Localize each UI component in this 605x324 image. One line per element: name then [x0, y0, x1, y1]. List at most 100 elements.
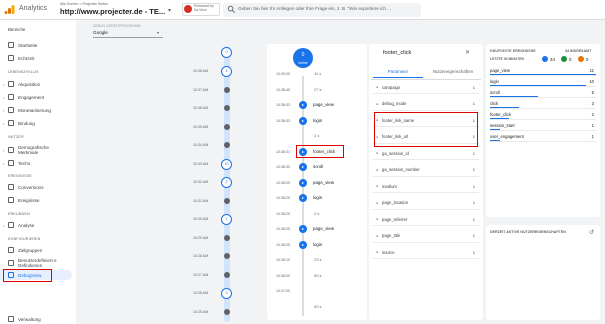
top-events-period: LETZTE 30 MINUTEN: [490, 57, 524, 61]
sidebar-item-custom-definitions[interactable]: Benutzerdefiniert e Definitionen: [0, 256, 76, 270]
event-gap-label: 60 s: [314, 272, 322, 278]
minute-dot[interactable]: [224, 234, 230, 241]
minute-top-count[interactable]: 0: [221, 47, 232, 58]
sidebar-item-zielgruppen[interactable]: Zielgruppen: [0, 245, 76, 255]
event-marker-icon[interactable]: ▸: [299, 163, 307, 171]
minute-dot[interactable]: [224, 142, 230, 148]
minute-dot[interactable]: [224, 86, 230, 93]
parameter-row[interactable]: ▸ ga_session_number 1: [373, 164, 479, 177]
minute-event-count[interactable]: 2: [221, 214, 232, 225]
event-gap-label: 60 s: [314, 303, 322, 309]
device-filter-select[interactable]: Google: [93, 30, 108, 35]
minute-dot[interactable]: [224, 123, 230, 130]
chevron-right-icon: ▸: [376, 250, 379, 254]
top-event-bar: [490, 85, 587, 86]
minute-dot[interactable]: [224, 253, 230, 259]
parameter-name: campaign: [382, 84, 401, 90]
parameter-row[interactable]: ▸ medium 1: [373, 180, 479, 193]
event-name[interactable]: page_view: [313, 102, 334, 107]
parameter-row[interactable]: ▸ campaign 1: [373, 81, 479, 94]
sidebar-scope-label[interactable]: Bereiche: [8, 27, 25, 32]
top-event-row[interactable]: page_view 11: [490, 67, 596, 76]
event-marker-icon[interactable]: ▸: [299, 240, 307, 249]
parameter-row[interactable]: ▸ source 1: [373, 246, 479, 259]
parameter-row[interactable]: ▸ debug_mode 1: [373, 98, 479, 111]
search-placeholder: Geben Sie hier Ihr Anliegen oder Ihre Fr…: [238, 6, 392, 11]
minute-dot[interactable]: [224, 105, 230, 111]
sidebar-item-akquisition[interactable]: › Akquisition: [0, 79, 76, 89]
minute-time-label: 10:34 AM: [193, 143, 209, 147]
sidebar-item-verwaltung[interactable]: Verwaltung: [0, 314, 76, 324]
close-icon[interactable]: ✕: [465, 49, 470, 56]
sidebar-item-ereignisse[interactable]: Ereignisse: [0, 195, 76, 205]
tab-user-properties[interactable]: Nutzereigenschaften: [425, 66, 481, 78]
event-marker-icon[interactable]: ▸: [299, 225, 307, 233]
analytics-logo-icon[interactable]: [4, 4, 15, 15]
minute-time-label: 10:35 AM: [193, 124, 209, 129]
sidebar-item-techn[interactable]: › Techn.: [0, 158, 76, 168]
sidebar-item-bindung[interactable]: › Bindung: [0, 118, 76, 128]
sidebar-item-engagement[interactable]: › Engagement: [0, 92, 76, 102]
top-event-row[interactable]: footer_click 2: [490, 111, 596, 120]
top-event-row[interactable]: session_start 1: [490, 122, 596, 131]
top-event-bar: [490, 74, 596, 75]
parameter-name: page_title: [382, 233, 401, 238]
top-event-row[interactable]: user_engagement 1: [490, 133, 596, 142]
event-name[interactable]: login: [313, 195, 322, 200]
minute-event-count[interactable]: 4: [221, 66, 232, 77]
minute-dot[interactable]: [224, 197, 230, 204]
realtime-icon: [8, 55, 14, 61]
event-name[interactable]: page_view: [313, 180, 334, 185]
event-time-label: 10:38:25: [276, 227, 290, 231]
event-name[interactable]: login: [313, 118, 322, 123]
chevron-right-icon: ›: [3, 120, 5, 126]
event-marker-icon[interactable]: ▸: [299, 101, 307, 109]
top-event-name: click: [490, 101, 499, 106]
minute-dot[interactable]: [224, 308, 230, 315]
parameter-row[interactable]: ▸ page_title 1: [373, 230, 479, 243]
sidebar-item-echtzeit[interactable]: Echtzeit: [0, 53, 76, 63]
chevron-right-icon: ▸: [376, 101, 379, 106]
errors-count: 0: [586, 57, 589, 62]
highlight-debugview: [3, 269, 52, 282]
event-name[interactable]: page_view: [313, 226, 334, 231]
top-events-title: HÄUFIGSTE EREIGNISSE: [490, 49, 536, 53]
top-event-row[interactable]: click 3: [490, 100, 596, 109]
current-event-badge[interactable]: 0 Vorher: [293, 48, 313, 68]
event-marker-icon[interactable]: ▸: [299, 178, 307, 187]
property-selector[interactable]: http://www.projecter.de - TE...: [60, 7, 165, 16]
top-event-name: page_view: [490, 68, 511, 73]
chevron-down-icon[interactable]: ▾: [157, 30, 159, 35]
minute-time-label: 10:26 AM: [193, 291, 209, 295]
parameter-row[interactable]: ▸ page_referrer 1: [373, 213, 479, 226]
minute-event-count[interactable]: 2: [221, 177, 232, 188]
event-name[interactable]: login: [313, 242, 322, 247]
chevron-right-icon: ▸: [376, 151, 379, 155]
parameter-row[interactable]: ▸ ga_session_id 1: [373, 147, 479, 160]
minute-event-count[interactable]: 10: [221, 158, 232, 170]
retention-icon: [8, 120, 14, 126]
parameter-count: 1: [472, 183, 475, 189]
top-event-row[interactable]: scroll 5: [490, 89, 596, 98]
parameter-name: ga_session_id: [382, 150, 409, 156]
sidebar-item-conversions[interactable]: Conversions: [0, 182, 76, 192]
event-marker-icon[interactable]: ▸: [299, 116, 307, 125]
history-icon[interactable]: ↺: [589, 229, 594, 236]
minute-dot[interactable]: [224, 271, 230, 278]
top-event-count: 1: [591, 123, 594, 128]
event-time-label: 10:38:31: [276, 149, 290, 154]
top-event-row[interactable]: login 10: [490, 78, 596, 87]
parameter-row[interactable]: ▸ page_location 1: [373, 197, 479, 210]
sidebar-item-analyse[interactable]: › Analyse: [0, 220, 76, 230]
top-event-name: user_engagement: [490, 134, 524, 139]
account-breadcrumb[interactable]: Alle Konten > Projecter Seiten: [60, 2, 108, 6]
errors-status-icon: [578, 56, 584, 62]
sidebar-item-monetarisierung[interactable]: › Monetarisierung: [0, 105, 76, 115]
event-name[interactable]: scroll: [313, 164, 323, 169]
chevron-down-icon[interactable]: ▾: [168, 7, 171, 14]
sidebar-item-demografie[interactable]: › Demografische Merkmale: [0, 143, 76, 157]
tab-parameter[interactable]: Parameter: [373, 66, 423, 78]
sidebar-item-startseite[interactable]: Startseite: [0, 40, 76, 50]
event-marker-icon[interactable]: ▸: [299, 194, 307, 202]
minute-event-count[interactable]: 3: [221, 288, 232, 299]
